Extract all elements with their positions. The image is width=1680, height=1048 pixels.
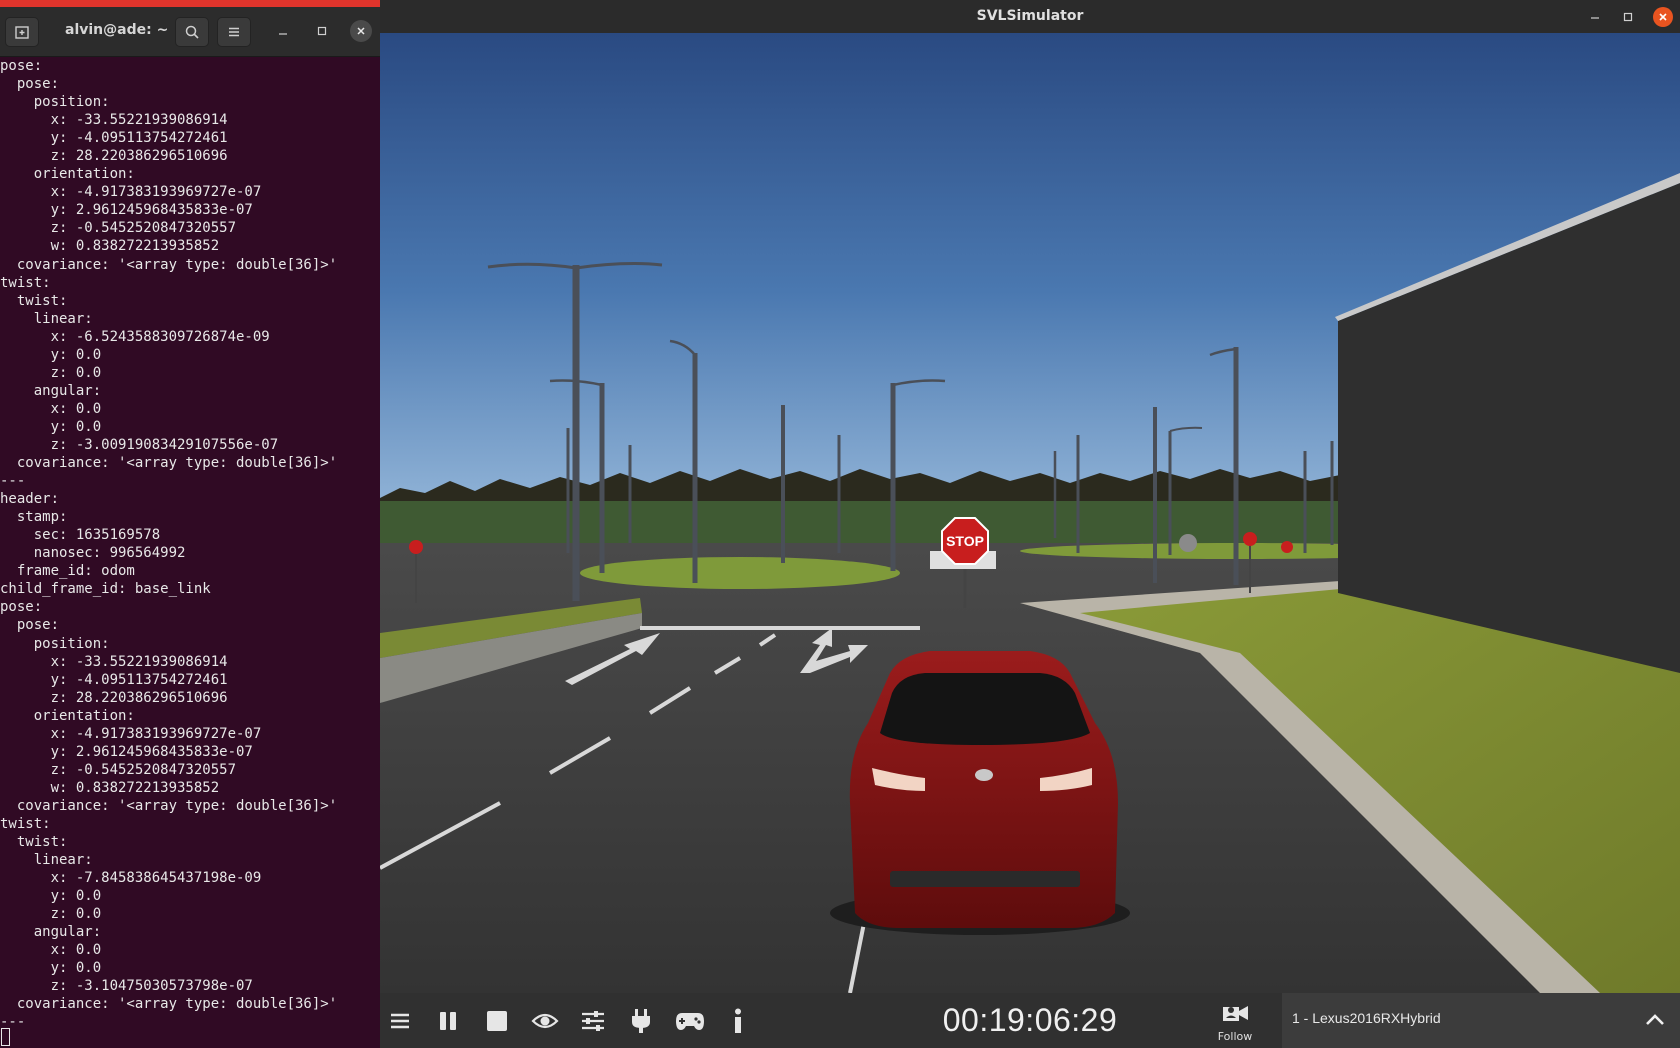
- maximize-button[interactable]: [312, 21, 332, 41]
- chevron-up-icon[interactable]: [1642, 1007, 1668, 1033]
- sim-minimize-button[interactable]: [1585, 7, 1605, 27]
- simulator-title: SVLSimulator: [976, 8, 1084, 24]
- hamburger-icon: [391, 1013, 409, 1029]
- info-icon: [735, 1008, 741, 1033]
- terminal-output[interactable]: pose: pose: position: x: -33.55221939086…: [0, 57, 380, 1048]
- sim-maximize-button[interactable]: [1618, 7, 1638, 27]
- camera-icon: [1223, 1006, 1248, 1021]
- pause-icon: [440, 1012, 456, 1030]
- vehicle-selector[interactable]: 1 - Lexus2016RXHybrid: [1282, 993, 1680, 1048]
- sliders-icon: [582, 1011, 604, 1031]
- simulator-window: SVLSimulator STOP 00:19:06:29 Follow 1 -…: [380, 0, 1680, 1048]
- search-button[interactable]: [175, 17, 209, 47]
- terminal-window: alvin@ade: ~ pose: pose: position: x: -3…: [0, 0, 380, 1048]
- pause-button[interactable]: [428, 1001, 468, 1041]
- sim-close-button[interactable]: [1653, 7, 1673, 27]
- stop-sign-text: STOP: [946, 533, 984, 549]
- terminal-header-bar: alvin@ade: ~: [0, 7, 380, 57]
- simulator-titlebar: SVLSimulator: [380, 0, 1680, 33]
- scene-render: STOP: [380, 33, 1680, 993]
- info-button[interactable]: [718, 1001, 758, 1041]
- visibility-button[interactable]: [525, 1001, 565, 1041]
- vehicle-name: 1 - Lexus2016RXHybrid: [1292, 1010, 1441, 1026]
- close-icon: [357, 27, 365, 35]
- minimize-icon: [279, 33, 287, 35]
- hamburger-icon: [229, 27, 239, 37]
- follow-label: Follow: [1217, 1030, 1253, 1043]
- new-tab-button[interactable]: [5, 17, 39, 47]
- close-icon: [1659, 13, 1667, 21]
- roundabout-island: [580, 557, 900, 589]
- stop-icon: [487, 1011, 507, 1031]
- follow-camera-button[interactable]: Follow: [1210, 997, 1260, 1047]
- menu-button[interactable]: [217, 17, 251, 47]
- maximize-icon: [317, 26, 327, 36]
- bridge-plugin-button[interactable]: [621, 1001, 661, 1041]
- simulator-toolbar: 00:19:06:29 Follow 1 - Lexus2016RXHybrid: [380, 993, 1680, 1048]
- eye-icon: [531, 1013, 559, 1029]
- terminal-cursor: [1, 1028, 10, 1046]
- controls-button[interactable]: [670, 1001, 710, 1041]
- simulation-timer: 00:19:06:29: [942, 1002, 1118, 1038]
- maximize-icon: [1623, 12, 1633, 22]
- terminal-title-accent: [0, 0, 380, 7]
- search-icon: [185, 25, 199, 39]
- plug-icon: [632, 1009, 650, 1033]
- terminal-title: alvin@ade: ~: [65, 22, 169, 38]
- terminal-close-button[interactable]: [350, 20, 372, 42]
- minimize-icon: [1591, 17, 1599, 19]
- minimize-button[interactable]: [273, 21, 293, 41]
- stop-button[interactable]: [477, 1001, 517, 1041]
- settings-button[interactable]: [573, 1001, 613, 1041]
- simulation-viewport[interactable]: STOP: [380, 33, 1680, 993]
- gamepad-icon: [676, 1013, 704, 1030]
- new-tab-icon: [15, 26, 29, 39]
- menu-button[interactable]: [380, 1001, 420, 1041]
